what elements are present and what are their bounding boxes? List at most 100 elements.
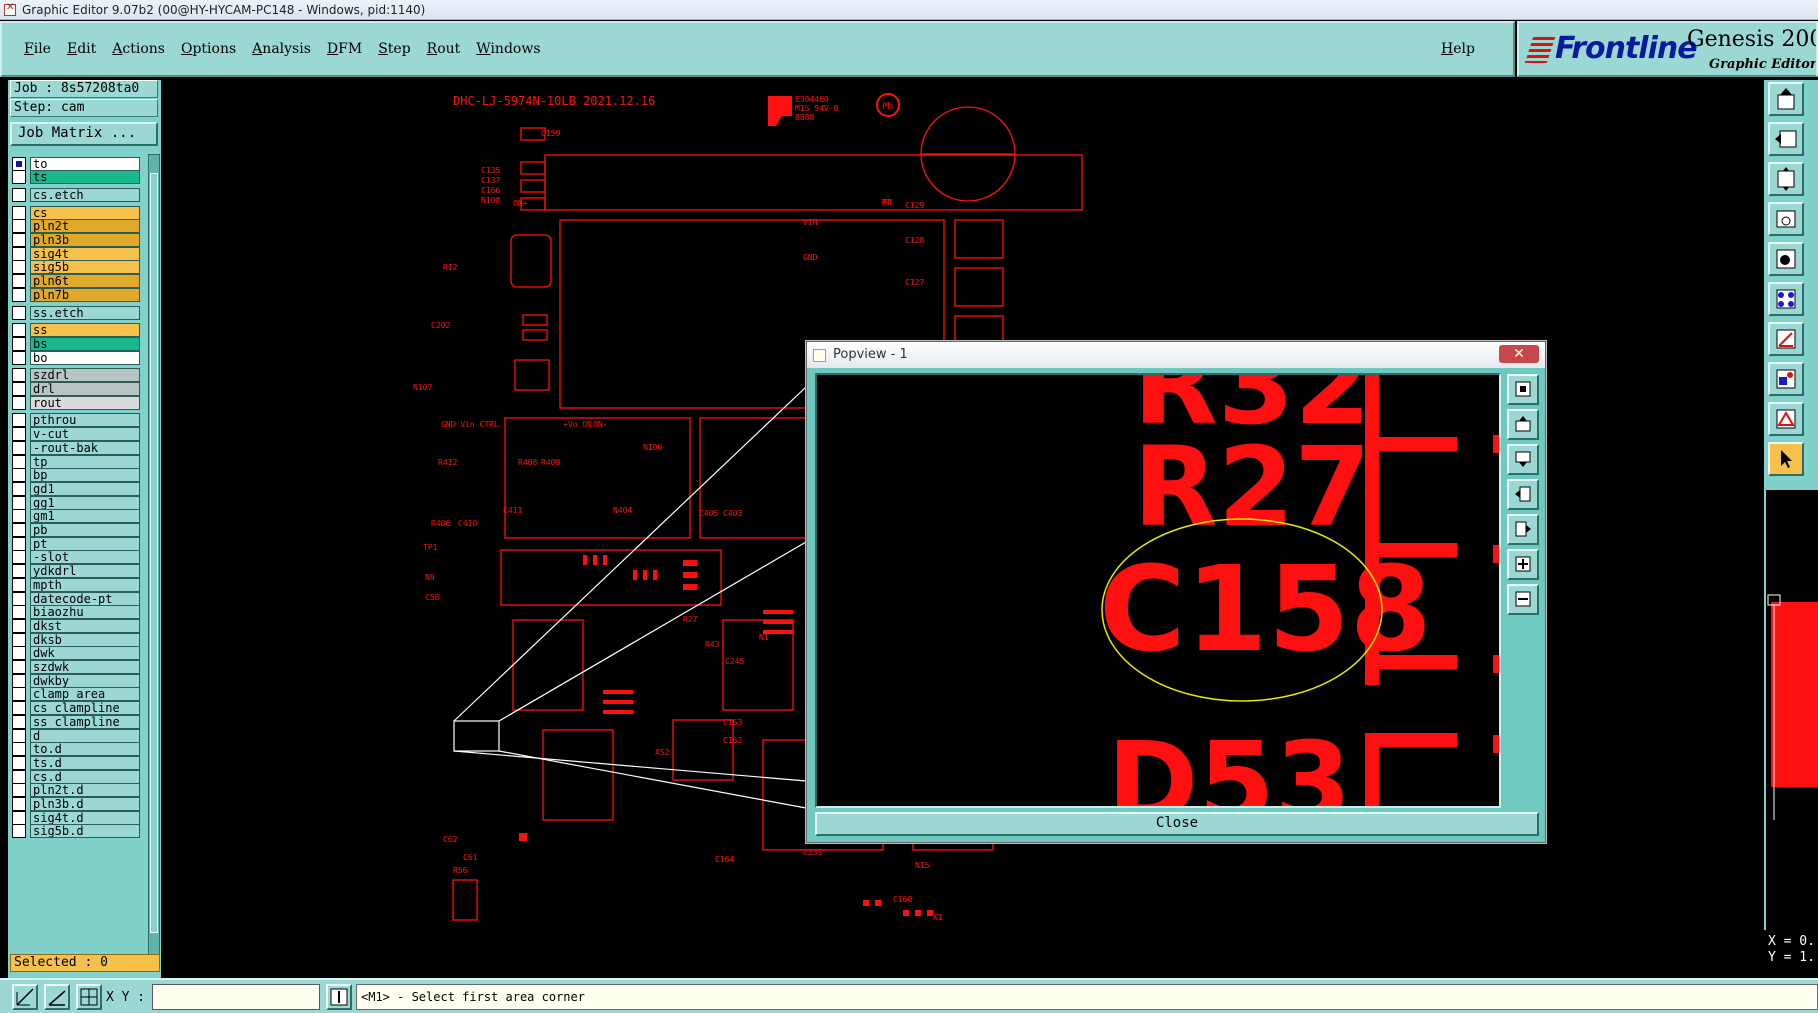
layer-checkbox[interactable] bbox=[12, 219, 26, 234]
snap-angle-icon[interactable] bbox=[44, 984, 70, 1010]
job-matrix-button[interactable]: Job Matrix ... bbox=[10, 122, 158, 146]
tool-angle-icon[interactable] bbox=[1768, 322, 1804, 356]
menu-help[interactable]: Help bbox=[1441, 41, 1475, 57]
layer-checkbox[interactable] bbox=[12, 824, 26, 839]
layer-name[interactable]: -rout-bak bbox=[30, 440, 140, 455]
popview-canvas[interactable]: R32 R27 C158 D53 bbox=[815, 373, 1501, 808]
layer-checkbox[interactable] bbox=[12, 714, 26, 729]
layer-checkbox[interactable] bbox=[12, 246, 26, 261]
layer-name[interactable]: cs bbox=[30, 205, 140, 220]
popview-zoom-in-button[interactable] bbox=[1507, 549, 1539, 580]
layer-row[interactable]: sig5b.d bbox=[12, 824, 140, 839]
layer-checkbox[interactable] bbox=[12, 323, 26, 338]
menu-actions[interactable]: Actions bbox=[112, 41, 165, 57]
layer-checkbox[interactable] bbox=[12, 769, 26, 784]
snap-line-icon[interactable] bbox=[12, 984, 38, 1010]
layer-name[interactable]: -slot bbox=[30, 550, 140, 565]
layer-row[interactable]: pln7b bbox=[12, 287, 140, 302]
layer-name[interactable]: dwkby bbox=[30, 673, 140, 688]
layer-checkbox[interactable] bbox=[12, 233, 26, 247]
layer-checkbox[interactable] bbox=[12, 701, 26, 716]
layer-checkbox[interactable] bbox=[12, 413, 26, 428]
xy-input[interactable] bbox=[152, 984, 320, 1010]
layer-checkbox[interactable] bbox=[12, 673, 26, 688]
layer-checkbox[interactable] bbox=[12, 523, 26, 537]
layer-checkbox[interactable] bbox=[12, 660, 26, 674]
layer-name[interactable]: gm1 bbox=[30, 509, 140, 524]
layer-name[interactable]: clamp_area bbox=[30, 687, 140, 702]
layer-name[interactable]: datecode-pt bbox=[30, 591, 140, 606]
layer-row[interactable]: rout bbox=[12, 395, 140, 410]
layer-checkbox[interactable] bbox=[12, 632, 26, 647]
layer-name[interactable]: bp bbox=[30, 468, 140, 483]
layer-name[interactable]: pln2t bbox=[30, 219, 140, 234]
layer-name[interactable]: sig5b bbox=[30, 260, 140, 275]
tool-shape-icon[interactable] bbox=[1768, 362, 1804, 396]
layer-checkbox[interactable] bbox=[12, 395, 26, 410]
layer-checkbox[interactable] bbox=[12, 427, 26, 442]
menu-edit[interactable]: Edit bbox=[67, 41, 96, 57]
popview-pan-left-button[interactable] bbox=[1507, 479, 1539, 510]
layer-name[interactable]: cs.d bbox=[30, 769, 140, 784]
layer-name[interactable]: rout bbox=[30, 395, 140, 410]
popview-pan-up-button[interactable] bbox=[1507, 409, 1539, 440]
layer-checkbox[interactable] bbox=[12, 481, 26, 496]
layer-name[interactable]: pthrou bbox=[30, 413, 140, 428]
layer-name[interactable]: dkst bbox=[30, 618, 140, 633]
layer-name[interactable]: pln7b bbox=[30, 287, 140, 302]
layer-name[interactable]: d bbox=[30, 728, 140, 743]
layer-name[interactable]: bs bbox=[30, 336, 140, 351]
layer-name[interactable]: ss_clampline bbox=[30, 714, 140, 729]
layer-checkbox[interactable] bbox=[12, 755, 26, 770]
layer-checkbox[interactable] bbox=[12, 728, 26, 743]
layer-checkbox[interactable] bbox=[12, 550, 26, 565]
snap-grid-icon[interactable] bbox=[76, 984, 102, 1010]
popview-close-button[interactable]: Close bbox=[815, 812, 1539, 836]
layer-checkbox[interactable] bbox=[12, 783, 26, 798]
layer-checkbox[interactable] bbox=[12, 260, 26, 275]
layer-checkbox[interactable] bbox=[12, 687, 26, 702]
layer-name[interactable]: ts bbox=[30, 170, 140, 185]
layer-checkbox[interactable] bbox=[12, 810, 26, 825]
popview-close-x-button[interactable]: ✕ bbox=[1499, 345, 1539, 363]
layer-checkbox[interactable] bbox=[12, 305, 26, 320]
layer-checkbox[interactable] bbox=[12, 564, 26, 579]
layer-list-scrollbar[interactable] bbox=[148, 154, 160, 960]
layer-name[interactable]: szdrl bbox=[30, 368, 140, 383]
layer-name[interactable]: ts.d bbox=[30, 755, 140, 770]
layer-name[interactable]: tp bbox=[30, 454, 140, 469]
tool-triangle-icon[interactable] bbox=[1768, 402, 1804, 436]
layer-checkbox[interactable] bbox=[12, 440, 26, 455]
layer-checkbox[interactable] bbox=[12, 646, 26, 661]
layer-checkbox[interactable] bbox=[12, 274, 26, 289]
layer-checkbox[interactable] bbox=[12, 742, 26, 757]
layer-checkbox[interactable] bbox=[12, 205, 26, 220]
layer-checkbox[interactable] bbox=[12, 336, 26, 351]
layer-name[interactable]: to.d bbox=[30, 742, 140, 757]
layer-name[interactable]: gd1 bbox=[30, 481, 140, 496]
layer-checkbox[interactable] bbox=[12, 509, 26, 524]
menu-analysis[interactable]: Analysis bbox=[252, 41, 311, 57]
layer-name[interactable]: sig4t bbox=[30, 246, 140, 261]
layer-name[interactable]: pln2t.d bbox=[30, 783, 140, 798]
menu-windows[interactable]: Windows bbox=[476, 41, 540, 57]
layer-checkbox[interactable] bbox=[12, 350, 26, 365]
layer-checkbox[interactable] bbox=[12, 156, 26, 171]
layer-name[interactable]: cs_clampline bbox=[30, 701, 140, 716]
layer-name[interactable]: bo bbox=[30, 350, 140, 365]
layer-name[interactable]: dksb bbox=[30, 632, 140, 647]
layer-checkbox[interactable] bbox=[12, 468, 26, 483]
layer-checkbox[interactable] bbox=[12, 605, 26, 620]
scrollbar-thumb[interactable] bbox=[150, 173, 158, 933]
layer-name[interactable]: cs.etch bbox=[30, 187, 140, 202]
tool-pad-icon[interactable] bbox=[1768, 242, 1804, 276]
layer-checkbox[interactable] bbox=[12, 287, 26, 302]
layer-checkbox[interactable] bbox=[12, 495, 26, 510]
layer-checkbox[interactable] bbox=[12, 577, 26, 592]
tool-measure-icon[interactable] bbox=[1768, 202, 1804, 236]
layer-name[interactable]: v-cut bbox=[30, 427, 140, 442]
layer-name[interactable]: pln3b bbox=[30, 233, 140, 247]
layer-name[interactable]: mpth bbox=[30, 577, 140, 592]
layer-checkbox[interactable] bbox=[12, 382, 26, 396]
layer-checkbox[interactable] bbox=[12, 454, 26, 469]
